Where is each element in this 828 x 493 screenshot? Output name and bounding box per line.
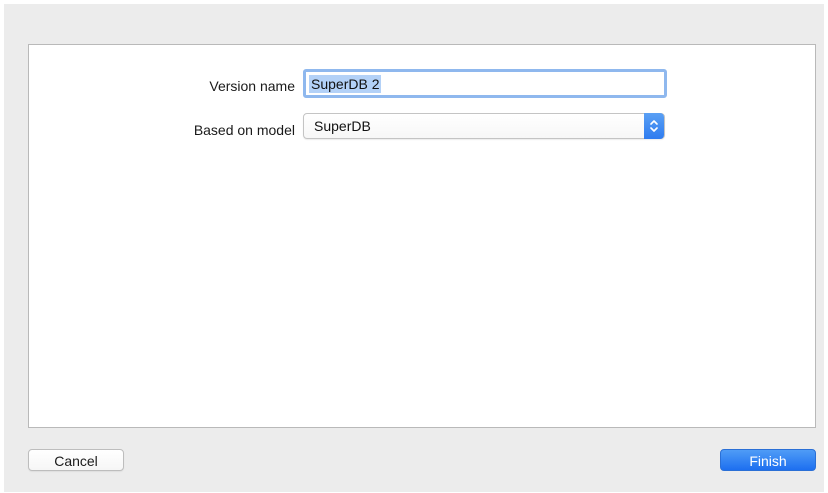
form-panel: Version name SuperDB 2 Based on model Su… (28, 44, 816, 428)
based-on-model-value: SuperDB (314, 118, 371, 134)
cancel-button[interactable]: Cancel (28, 449, 124, 471)
up-down-chevron-icon[interactable] (644, 113, 664, 139)
based-on-model-label: Based on model (193, 122, 295, 138)
based-on-model-popup[interactable]: SuperDB (303, 113, 665, 139)
version-name-label: Version name (209, 78, 295, 94)
finish-button[interactable]: Finish (720, 449, 816, 471)
version-name-field[interactable]: SuperDB 2 (303, 69, 667, 98)
new-model-version-sheet: Version name SuperDB 2 Based on model Su… (4, 4, 824, 492)
version-name-value[interactable]: SuperDB 2 (309, 75, 382, 93)
